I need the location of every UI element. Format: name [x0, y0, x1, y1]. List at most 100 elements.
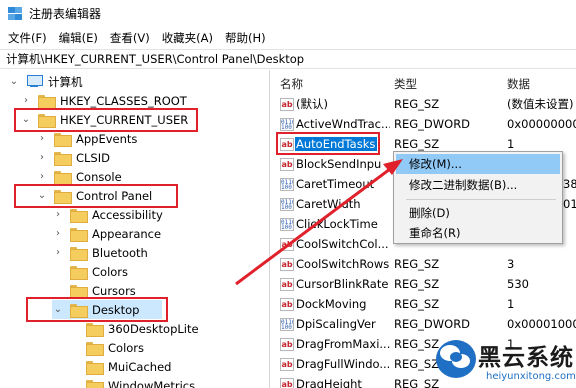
value-data: 1	[507, 297, 515, 311]
chevron-down-icon[interactable]: ⌄	[8, 76, 20, 88]
tree-item-label: AppEvents	[76, 131, 138, 146]
value-data: (数值未设置)	[507, 97, 574, 111]
value-name: ClickLockTime	[296, 217, 378, 231]
value-row[interactable]: ab CursorBlinkRate REG_SZ 530	[271, 274, 576, 294]
value-row[interactable]: ab CoolSwitchRows REG_SZ 3	[271, 254, 576, 274]
chevron-right-icon[interactable]: ›	[52, 228, 64, 240]
folder-icon	[70, 227, 88, 242]
context-menu-delete[interactable]: 删除(D)	[396, 203, 560, 223]
value-row[interactable]: ab DockMoving REG_SZ 1	[271, 294, 576, 314]
tree-item-desktop-colors[interactable]: Colors	[68, 338, 144, 357]
value-data: 0x00000000	[507, 117, 576, 131]
value-name: DockMoving	[296, 297, 367, 311]
string-value-icon: ab	[280, 297, 294, 311]
string-value-icon: ab	[280, 237, 294, 251]
tree-item-label: Console	[76, 169, 122, 184]
column-header-data[interactable]: 数据	[507, 76, 530, 92]
string-value-icon: ab	[280, 157, 294, 171]
context-menu-modify[interactable]: 修改(M)...	[396, 154, 560, 174]
value-row[interactable]: ab (默认) REG_SZ (数值未设置)	[271, 94, 576, 114]
tree-item-label: HKEY_CLASSES_ROOT	[60, 93, 187, 108]
binary-value-icon: 01101001	[280, 177, 294, 191]
title-bar: 注册表编辑器	[0, 0, 576, 26]
menu-edit[interactable]: 编辑(E)	[53, 30, 104, 46]
chevron-right-icon[interactable]: ›	[20, 95, 32, 107]
folder-icon	[86, 360, 104, 375]
value-name: (默认)	[296, 97, 328, 111]
tree-item-label: Cursors	[92, 283, 136, 298]
tree-item-appearance[interactable]: › Appearance	[52, 224, 161, 243]
value-name: CaretWidth	[296, 197, 361, 211]
value-data: 0x00001000	[507, 317, 576, 331]
menu-file[interactable]: 文件(F)	[0, 30, 53, 46]
tree-item-label: 计算机	[48, 74, 83, 89]
watermark-text: 黑云系统	[478, 345, 574, 371]
tree-item-bluetooth[interactable]: › Bluetooth	[52, 243, 148, 262]
tree-item-windowmetrics[interactable]: WindowMetrics	[68, 376, 195, 388]
tree-item-label: Accessibility	[92, 207, 163, 222]
menu-bar: 文件(F) 编辑(E) 查看(V) 收藏夹(A) 帮助(H)	[0, 28, 272, 48]
value-type: REG_DWORD	[394, 117, 471, 131]
chevron-right-icon[interactable]: ›	[52, 209, 64, 221]
context-menu: 修改(M)... 修改二进制数据(B)... 删除(D) 重命名(R)	[393, 151, 563, 244]
context-menu-modify-binary[interactable]: 修改二进制数据(B)...	[396, 175, 560, 195]
tree-item-muicached[interactable]: MuiCached	[68, 357, 171, 376]
folder-icon	[70, 265, 88, 280]
value-type: REG_SZ	[394, 257, 440, 271]
tree-item-computer[interactable]: ⌄ 计算机	[8, 72, 83, 91]
tree-item-label: Appearance	[92, 226, 162, 241]
annotation-box-autoendtasks	[276, 132, 380, 155]
folder-icon	[38, 94, 56, 109]
value-name: DpiScalingVer	[296, 317, 376, 331]
folder-icon	[70, 246, 88, 261]
value-type: REG_SZ	[394, 137, 440, 151]
value-type: REG_SZ	[394, 277, 440, 291]
regedit-app-icon	[7, 5, 23, 21]
column-header-name[interactable]: 名称	[280, 76, 303, 92]
value-data: 3	[507, 257, 515, 271]
tree-item-clsid[interactable]: › CLSID	[36, 148, 110, 167]
menu-favorites[interactable]: 收藏夹(A)	[156, 30, 219, 46]
string-value-icon: ab	[280, 257, 294, 271]
watermark: 黑云系统 heiyunxitong.com	[430, 333, 576, 388]
string-value-icon: ab	[280, 337, 294, 351]
value-name: DragFromMaxi...	[296, 337, 390, 351]
value-data: 1	[507, 137, 515, 151]
tree-item-label: Colors	[108, 340, 145, 355]
chevron-right-icon[interactable]: ›	[36, 133, 48, 145]
string-value-icon: ab	[280, 377, 294, 388]
folder-icon	[86, 379, 104, 388]
chevron-right-icon[interactable]: ›	[36, 152, 48, 164]
folder-icon	[54, 132, 72, 147]
binary-value-icon: 01101001	[280, 317, 294, 331]
column-header-type[interactable]: 类型	[394, 76, 417, 92]
binary-value-icon: 01101001	[280, 117, 294, 131]
menu-help[interactable]: 帮助(H)	[219, 30, 272, 46]
tree-item-label: CLSID	[76, 150, 110, 165]
value-row[interactable]: 01101001 ActiveWndTrac... REG_DWORD 0x00…	[271, 114, 576, 134]
value-name: CursorBlinkRate	[296, 277, 389, 291]
computer-icon	[26, 75, 43, 88]
chevron-right-icon[interactable]: ›	[52, 247, 64, 259]
value-row[interactable]: 01101001 DpiScalingVer REG_DWORD 0x00001…	[271, 314, 576, 334]
tree-item-colors[interactable]: Colors	[52, 262, 128, 281]
address-bar[interactable]: 计算机\HKEY_CURRENT_USER\Control Panel\Desk…	[0, 49, 576, 69]
string-value-icon: ab	[280, 277, 294, 291]
value-name: BlockSendInpu	[296, 157, 382, 171]
folder-icon	[70, 208, 88, 223]
value-name: ActiveWndTrac...	[296, 117, 390, 131]
address-path: 计算机\HKEY_CURRENT_USER\Control Panel\Desk…	[6, 52, 305, 66]
tree-item-label: Bluetooth	[92, 245, 148, 260]
string-value-icon: ab	[280, 97, 294, 111]
annotation-box-hkcu	[14, 108, 198, 132]
chevron-right-icon[interactable]: ›	[36, 171, 48, 183]
window-title: 注册表编辑器	[29, 6, 102, 21]
context-menu-rename[interactable]: 重命名(R)	[396, 223, 560, 243]
binary-value-icon: 01101001	[280, 217, 294, 231]
watermark-logo-icon	[436, 340, 476, 378]
value-data: 01	[563, 197, 576, 211]
menu-view[interactable]: 查看(V)	[104, 30, 156, 46]
